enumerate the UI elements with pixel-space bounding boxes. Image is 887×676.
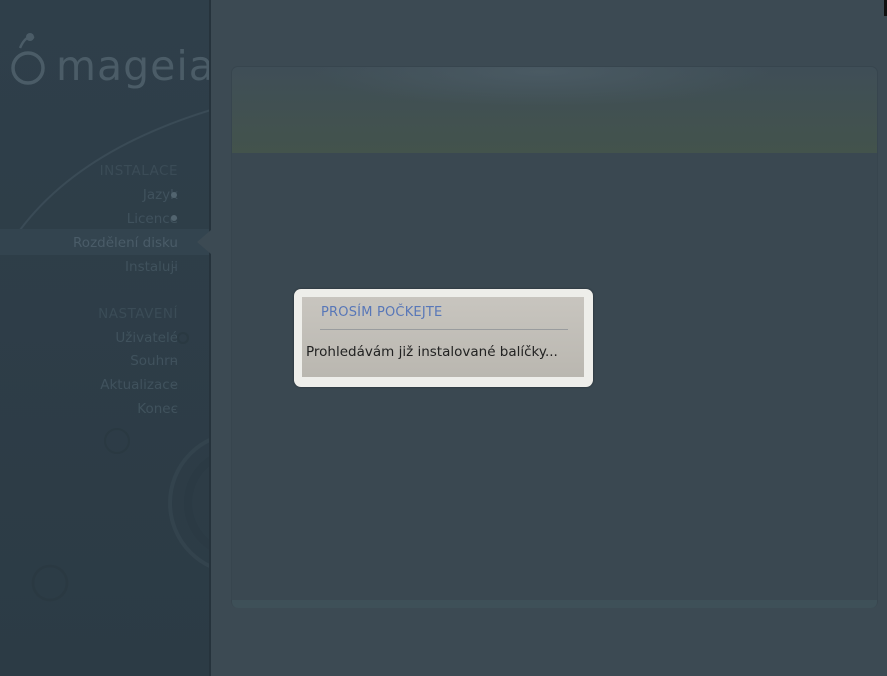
active-step-arrow-icon [197, 230, 211, 254]
banner-glow [312, 67, 772, 107]
sidebar-item-partitioning: Rozdělení disku [73, 235, 178, 251]
dialog-message: Prohledávám již instalované balíčky... [306, 344, 558, 360]
section-title-configuration: NASTAVENÍ [98, 306, 178, 322]
dialog-title: PROSÍM POČKEJTE [321, 305, 443, 320]
mageia-logo-text: mageia [56, 42, 211, 90]
mageia-logo: mageia [8, 28, 211, 98]
main-panel-footer [232, 600, 877, 608]
step-done-icon [171, 192, 177, 198]
step-pending-icon [172, 385, 176, 386]
sidebar-edge [209, 0, 211, 676]
sidebar-item-users: Uživatelé [115, 330, 178, 346]
dialog-divider [320, 329, 568, 330]
please-wait-dialog: PROSÍM POČKEJTE Prohledávám již instalov… [294, 289, 593, 387]
dialog-body: PROSÍM POČKEJTE [302, 297, 584, 377]
installer-sidebar: mageia INSTALACE Jazyk Licence Rozdělení… [0, 0, 211, 676]
step-pending-icon [172, 267, 176, 268]
sidebar-item-summary: Souhrn [130, 353, 178, 369]
mageia-cauldron-icon [11, 33, 45, 85]
header-banner [232, 67, 877, 153]
sidebar-item-updates: Aktualizace [100, 377, 178, 393]
step-pending-icon [172, 361, 176, 362]
step-current-icon [177, 332, 189, 344]
step-pending-icon [172, 409, 176, 410]
section-title-installation: INSTALACE [99, 163, 178, 179]
step-done-icon [171, 215, 177, 221]
sidebar-item-installing: Instaluji [125, 259, 178, 275]
